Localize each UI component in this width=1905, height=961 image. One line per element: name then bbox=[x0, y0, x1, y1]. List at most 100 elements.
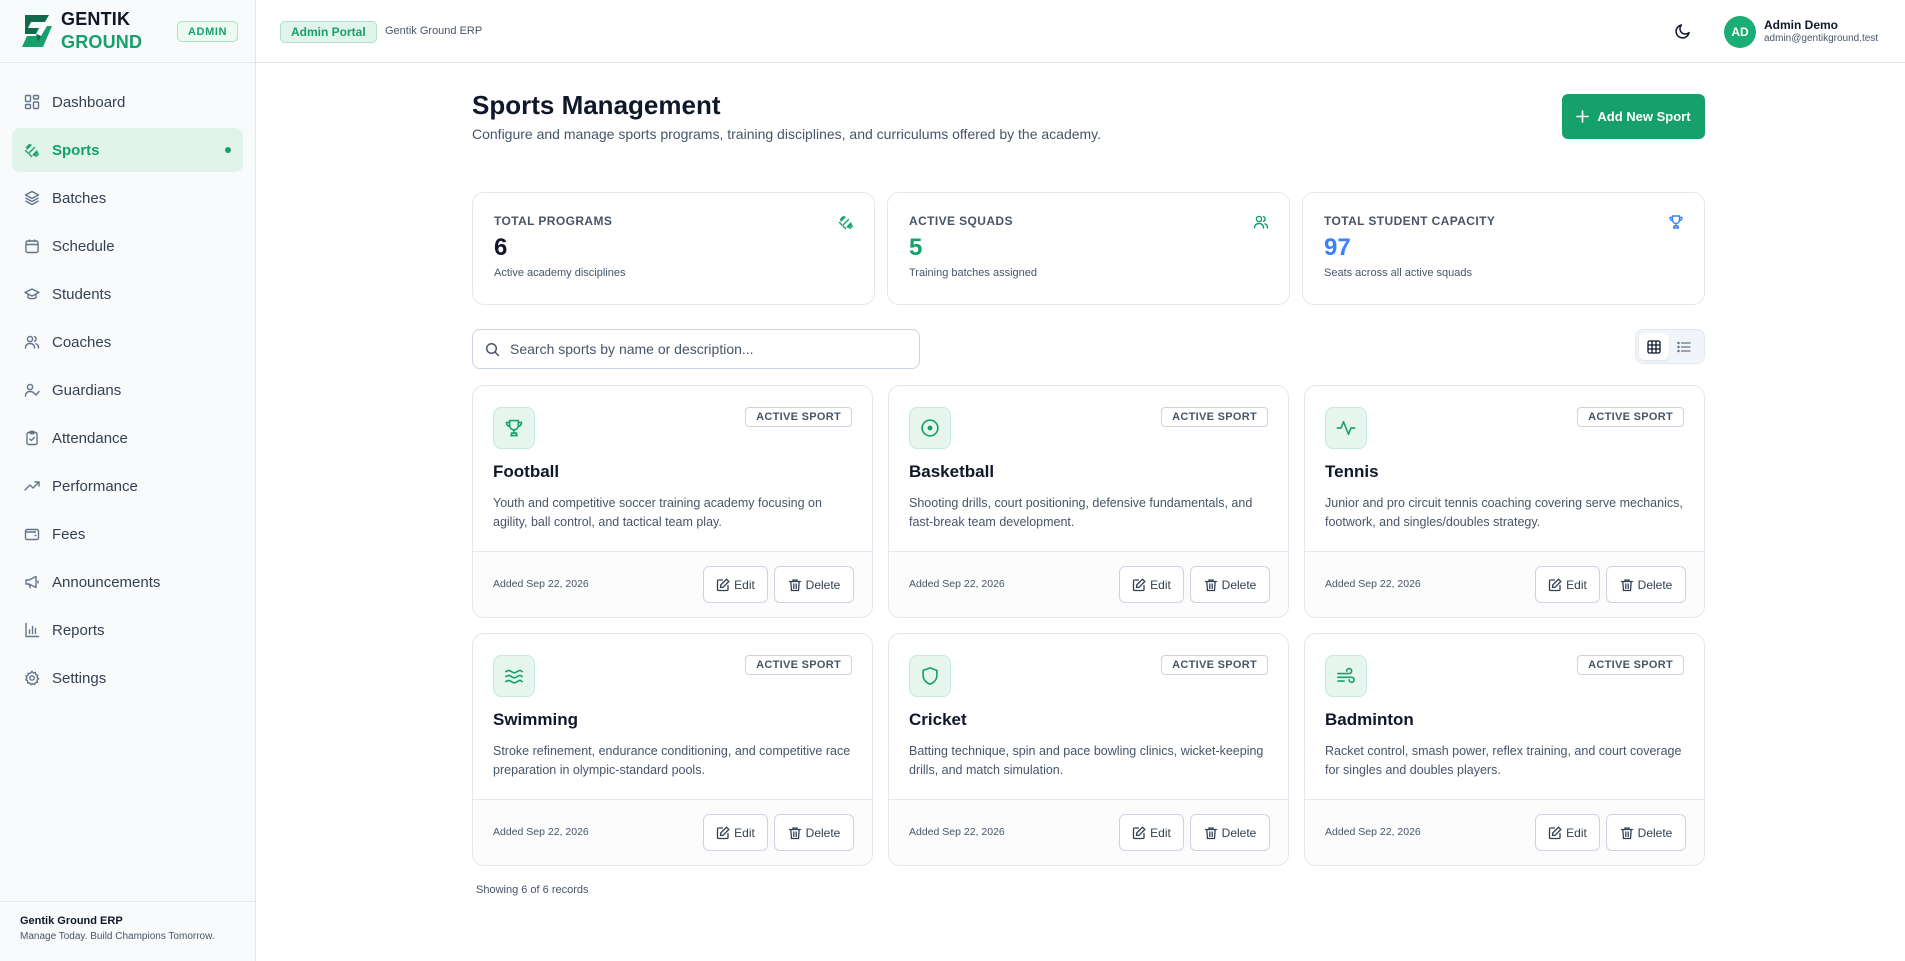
avatar[interactable]: AD bbox=[1724, 16, 1756, 48]
card-footer: Added Sep 22, 2026 Edit Delete bbox=[1305, 551, 1704, 617]
view-toggle bbox=[1635, 329, 1705, 364]
delete-label: Delete bbox=[1637, 825, 1673, 840]
trending-up-icon bbox=[24, 481, 40, 491]
grid-view-button[interactable] bbox=[1639, 333, 1669, 360]
delete-button[interactable]: Delete bbox=[1190, 566, 1270, 603]
stat-description: Seats across all active squads bbox=[1324, 267, 1472, 279]
card-footer: Added Sep 22, 2026 Edit Delete bbox=[889, 799, 1288, 865]
sport-description: Youth and competitive soccer training ac… bbox=[493, 496, 822, 529]
sport-name: Swimming bbox=[493, 710, 579, 729]
edit-button[interactable]: Edit bbox=[1119, 566, 1184, 603]
plus-icon bbox=[1576, 110, 1590, 123]
sidebar-item-label: Sports bbox=[52, 141, 100, 159]
sidebar-item-fees[interactable]: Fees bbox=[12, 512, 243, 556]
portal-badge: Admin Portal bbox=[280, 21, 377, 43]
users-icon bbox=[24, 335, 40, 349]
sidebar-item-label: Batches bbox=[52, 189, 107, 207]
users-icon bbox=[1253, 215, 1269, 229]
sport-description: Junior and pro circuit tennis coaching c… bbox=[1325, 496, 1683, 529]
user-check-icon bbox=[24, 383, 40, 397]
sidebar-item-label: Fees bbox=[52, 525, 86, 543]
dumbbell-icon bbox=[838, 215, 854, 230]
clipboard-check-icon bbox=[26, 430, 38, 446]
add-new-sport-label: Add New Sport bbox=[1597, 109, 1691, 124]
status-badge: ACTIVE SPORT bbox=[1161, 407, 1268, 427]
sidebar-item-attendance[interactable]: Attendance bbox=[12, 416, 243, 460]
delete-button[interactable]: Delete bbox=[1190, 814, 1270, 851]
records-count: Showing 6 of 6 records bbox=[476, 884, 589, 896]
sport-card: ACTIVE SPORT Football Youth and competit… bbox=[472, 385, 873, 618]
megaphone-icon bbox=[25, 575, 39, 589]
sidebar-item-performance[interactable]: Performance bbox=[12, 464, 243, 508]
trash-icon bbox=[1204, 826, 1217, 839]
added-date: Added Sep 22, 2026 bbox=[493, 826, 589, 838]
card-footer: Added Sep 22, 2026 Edit Delete bbox=[1305, 799, 1704, 865]
sport-name: Basketball bbox=[909, 462, 995, 481]
stat-label: TOTAL STUDENT CAPACITY bbox=[1324, 214, 1496, 228]
edit-button[interactable]: Edit bbox=[703, 566, 768, 603]
stat-value: 5 bbox=[909, 234, 923, 261]
sidebar-item-schedule[interactable]: Schedule bbox=[12, 224, 243, 268]
edit-button[interactable]: Edit bbox=[703, 814, 768, 851]
trash-icon bbox=[1620, 578, 1633, 591]
sidebar-item-students[interactable]: Students bbox=[12, 272, 243, 316]
role-badge: ADMIN bbox=[177, 21, 239, 42]
stat-card-total-programs: TOTAL PROGRAMS 6 Active academy discipli… bbox=[472, 192, 875, 305]
list-view-button[interactable] bbox=[1669, 333, 1699, 360]
trash-icon bbox=[1204, 578, 1217, 591]
trophy-icon bbox=[505, 419, 523, 437]
edit-button[interactable]: Edit bbox=[1119, 814, 1184, 851]
sidebar-item-batches[interactable]: Batches bbox=[12, 176, 243, 220]
edit-icon bbox=[1549, 826, 1562, 839]
bar-chart-icon bbox=[25, 622, 40, 638]
delete-button[interactable]: Delete bbox=[774, 566, 854, 603]
edit-icon bbox=[717, 578, 730, 591]
sidebar-item-label: Performance bbox=[52, 477, 138, 495]
delete-button[interactable]: Delete bbox=[1606, 814, 1686, 851]
edit-icon bbox=[1133, 578, 1146, 591]
sidebar-item-label: Attendance bbox=[52, 429, 128, 447]
added-date: Added Sep 22, 2026 bbox=[1325, 826, 1421, 838]
delete-label: Delete bbox=[805, 825, 841, 840]
add-new-sport-button[interactable]: Add New Sport bbox=[1562, 94, 1705, 139]
sidebar-item-label: Students bbox=[52, 285, 112, 303]
delete-button[interactable]: Delete bbox=[1606, 566, 1686, 603]
calendar-icon bbox=[25, 239, 39, 254]
sidebar-item-coaches[interactable]: Coaches bbox=[12, 320, 243, 364]
sidebar-item-dashboard[interactable]: Dashboard bbox=[12, 80, 243, 124]
stat-value: 6 bbox=[494, 234, 508, 261]
search-input[interactable] bbox=[510, 341, 910, 357]
trash-icon bbox=[788, 578, 801, 591]
sidebar-item-sports[interactable]: Sports bbox=[12, 128, 243, 172]
stat-label: TOTAL PROGRAMS bbox=[494, 214, 613, 228]
sidebar-item-guardians[interactable]: Guardians bbox=[12, 368, 243, 412]
app-name: Gentik Ground ERP bbox=[385, 25, 483, 37]
page-subtitle: Configure and manage sports programs, tr… bbox=[472, 126, 1102, 142]
sidebar-item-label: Reports bbox=[52, 621, 105, 639]
edit-button[interactable]: Edit bbox=[1535, 814, 1600, 851]
sport-description: Racket control, smash power, reflex trai… bbox=[1325, 744, 1682, 777]
sidebar-item-announcements[interactable]: Announcements bbox=[12, 560, 243, 604]
table-grid-icon bbox=[1647, 339, 1661, 354]
search-bar bbox=[472, 329, 920, 369]
grid-icon bbox=[24, 94, 40, 110]
sport-description: Stroke refinement, endurance conditionin… bbox=[493, 744, 851, 777]
user-name: Admin Demo bbox=[1764, 18, 1839, 32]
edit-button[interactable]: Edit bbox=[1535, 566, 1600, 603]
sidebar-item-label: Settings bbox=[52, 669, 107, 687]
moon-icon[interactable] bbox=[1674, 22, 1692, 40]
delete-button[interactable]: Delete bbox=[774, 814, 854, 851]
target-icon bbox=[921, 419, 939, 437]
dumbbell-icon bbox=[24, 143, 40, 158]
trash-icon bbox=[788, 826, 801, 839]
stat-value: 97 bbox=[1324, 234, 1351, 261]
shield-icon bbox=[922, 667, 938, 685]
sidebar-item-reports[interactable]: Reports bbox=[12, 608, 243, 652]
list-icon bbox=[1677, 341, 1691, 352]
sidebar-item-label: Schedule bbox=[52, 237, 115, 255]
card-footer: Added Sep 22, 2026 Edit Delete bbox=[473, 799, 872, 865]
delete-label: Delete bbox=[1221, 577, 1257, 592]
card-footer: Added Sep 22, 2026 Edit Delete bbox=[889, 551, 1288, 617]
sidebar-item-settings[interactable]: Settings bbox=[12, 656, 243, 700]
stats-row: TOTAL PROGRAMS 6 Active academy discipli… bbox=[472, 192, 1705, 305]
